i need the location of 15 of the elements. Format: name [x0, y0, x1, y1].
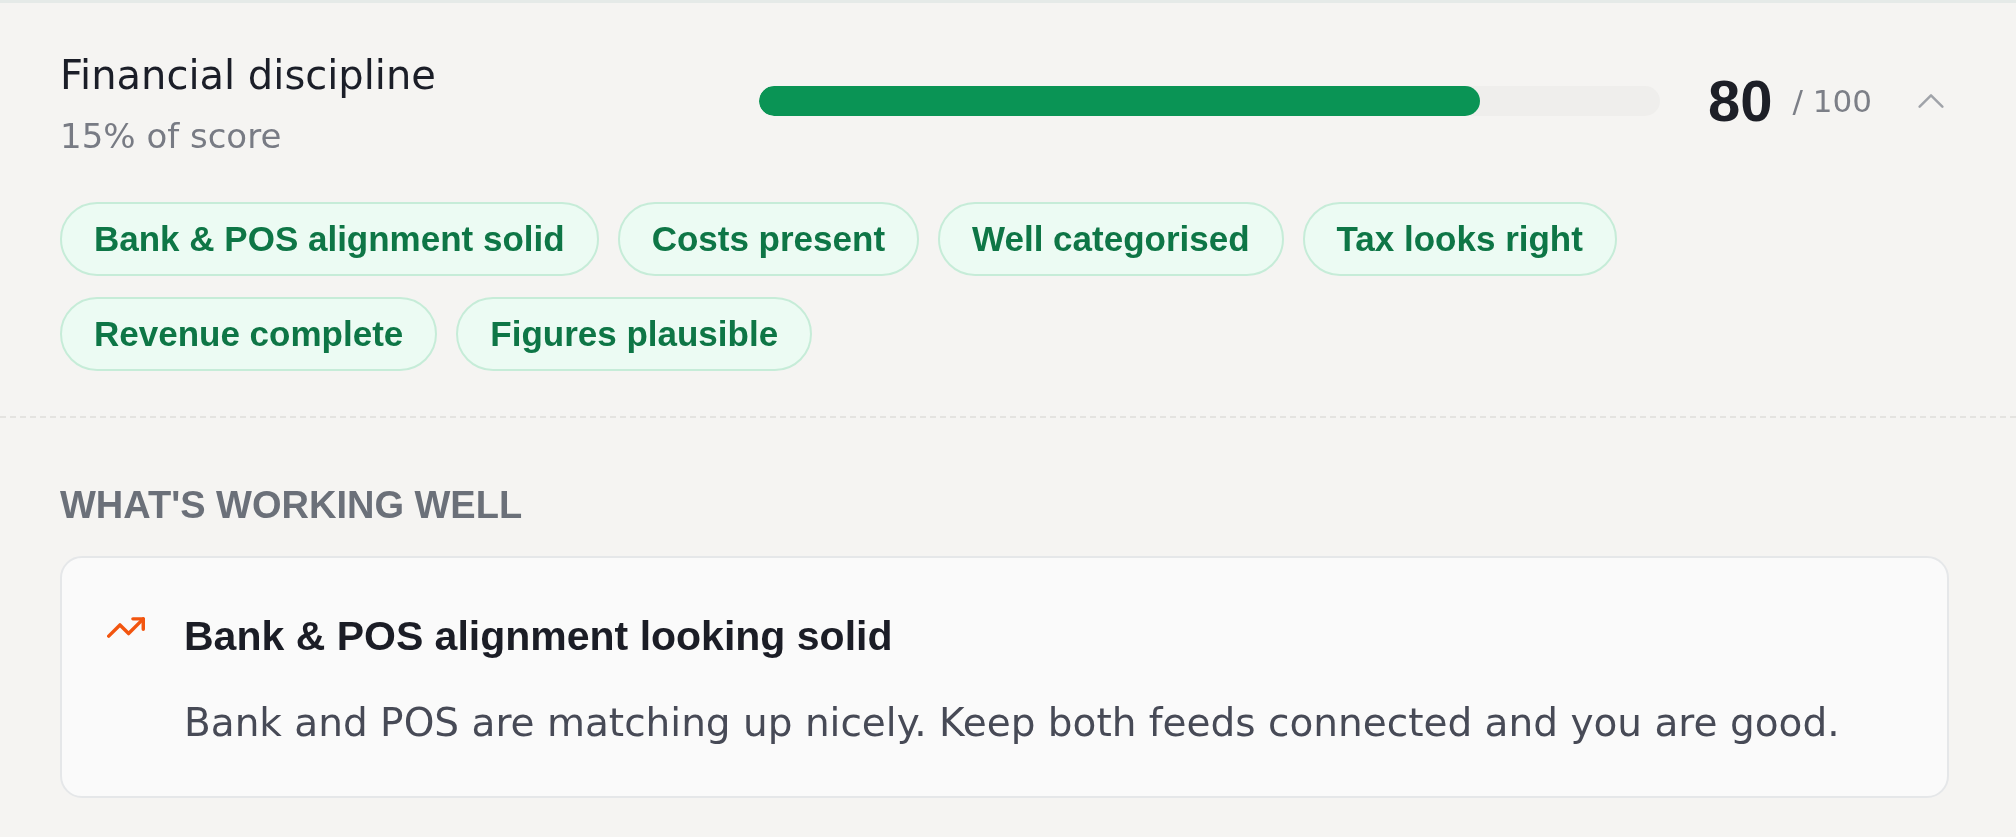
insight-text: Bank and POS are matching up nicely. Keep both feeds connected and you are good. — [184, 699, 1840, 747]
insight-title: Bank & POS alignment looking solid — [184, 612, 893, 661]
section-heading: WHAT'S WORKING WELL — [60, 483, 523, 528]
score-value: 80 — [1708, 71, 1773, 131]
score-weight-text: 15% of score — [60, 115, 282, 157]
strength-tag: Costs present — [617, 202, 920, 276]
chevron-up-icon[interactable] — [1918, 94, 1944, 108]
strength-tag: Tax looks right — [1302, 202, 1617, 276]
strength-tag: Figures plausible — [456, 297, 813, 371]
strength-tag: Revenue complete — [60, 297, 438, 371]
score-max: / 100 — [1792, 82, 1872, 120]
strength-tag: Well categorised — [938, 202, 1284, 276]
trend-arrow-icon — [107, 617, 145, 638]
category-title: Financial discipline — [60, 51, 436, 99]
strength-tag: Bank & POS alignment solid — [60, 202, 599, 276]
